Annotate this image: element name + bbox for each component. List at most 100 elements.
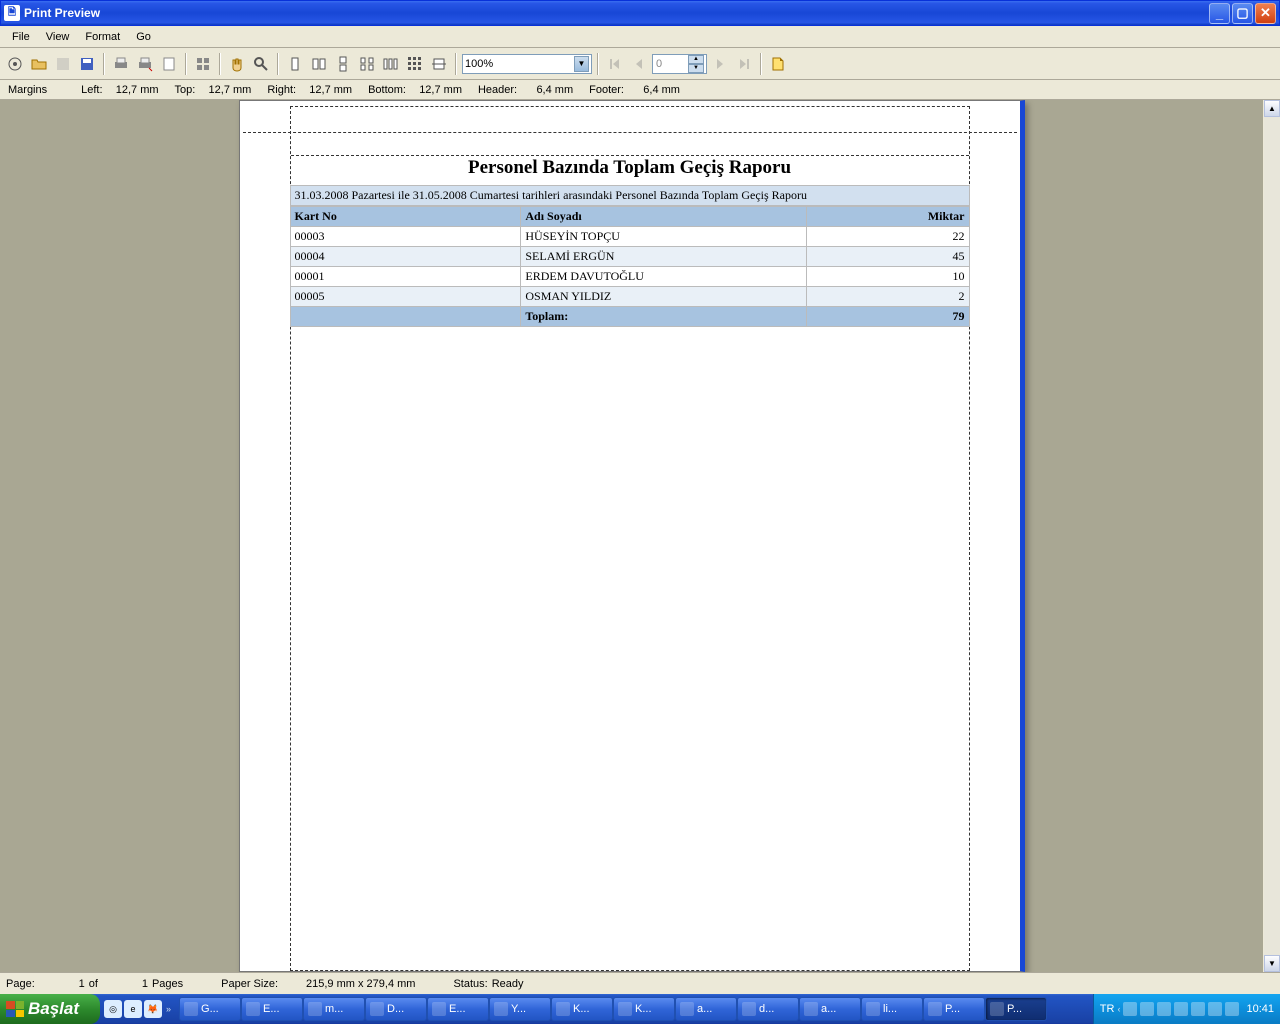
taskbar-item[interactable]: G... bbox=[179, 997, 241, 1021]
quick-launch-icon[interactable]: ◎ bbox=[104, 1000, 122, 1018]
menu-view[interactable]: View bbox=[38, 29, 78, 45]
page-setup-button[interactable] bbox=[158, 53, 180, 75]
system-tray: TR ‹ 10:41 bbox=[1093, 994, 1280, 1024]
top-label: Top: bbox=[175, 84, 196, 96]
app-icon bbox=[246, 1002, 260, 1016]
maximize-button[interactable]: ▢ bbox=[1232, 3, 1253, 24]
two-pages-button[interactable] bbox=[308, 53, 330, 75]
taskbar-item[interactable]: m... bbox=[303, 997, 365, 1021]
tray-icon[interactable] bbox=[1157, 1002, 1171, 1016]
spin-down[interactable]: ▼ bbox=[688, 64, 704, 73]
taskbar-tasks: G...E...m...D...E...Y...K...K...a...d...… bbox=[177, 994, 1093, 1024]
app-icon bbox=[432, 1002, 446, 1016]
taskbar-item-label: m... bbox=[325, 1003, 343, 1015]
taskbar-item[interactable]: li... bbox=[861, 997, 923, 1021]
close-preview-button[interactable] bbox=[767, 53, 789, 75]
windows-logo-icon bbox=[6, 1001, 24, 1017]
taskbar-item[interactable]: K... bbox=[551, 997, 613, 1021]
status-pages-label: Pages bbox=[152, 978, 183, 990]
chevron-down-icon[interactable]: ▼ bbox=[574, 56, 589, 72]
app-icon bbox=[184, 1002, 198, 1016]
multi-page-button-2[interactable] bbox=[380, 53, 402, 75]
preview-canvas[interactable]: Personel Bazında Toplam Geçiş Raporu 31.… bbox=[0, 100, 1263, 972]
app-icon bbox=[804, 1002, 818, 1016]
status-paper-value: 215,9 mm x 279,4 mm bbox=[306, 978, 415, 990]
status-page-total: 1 bbox=[102, 978, 148, 990]
scale-button[interactable] bbox=[192, 53, 214, 75]
taskbar-item[interactable]: P... bbox=[985, 997, 1047, 1021]
status-of-label: of bbox=[89, 978, 98, 990]
taskbar-item[interactable]: K... bbox=[613, 997, 675, 1021]
multi-page-button-1[interactable] bbox=[356, 53, 378, 75]
quick-print-button[interactable] bbox=[134, 53, 156, 75]
taskbar-item[interactable]: E... bbox=[241, 997, 303, 1021]
taskbar-item[interactable]: d... bbox=[737, 997, 799, 1021]
zoom-combo[interactable]: 100% ▼ bbox=[462, 54, 592, 74]
spin-up[interactable]: ▲ bbox=[688, 55, 704, 64]
tray-icon[interactable] bbox=[1208, 1002, 1222, 1016]
quick-launch-more[interactable]: » bbox=[164, 1004, 173, 1014]
bottom-value: 12,7 mm bbox=[414, 84, 462, 96]
fit-width-button[interactable] bbox=[428, 53, 450, 75]
quick-launch-icon[interactable]: e bbox=[124, 1000, 142, 1018]
hand-tool-button[interactable] bbox=[226, 53, 248, 75]
footer-label: Footer: bbox=[589, 84, 624, 96]
quick-launch: ◎ e 🦊 » bbox=[100, 994, 177, 1024]
table-row: 00005 OSMAN YILDIZ 2 bbox=[290, 287, 969, 307]
col-kartno: Kart No bbox=[290, 207, 521, 227]
design-button[interactable] bbox=[4, 53, 26, 75]
menu-format[interactable]: Format bbox=[77, 29, 128, 45]
taskbar-item[interactable]: a... bbox=[799, 997, 861, 1021]
taskbar-item-label: a... bbox=[821, 1003, 836, 1015]
app-icon bbox=[618, 1002, 632, 1016]
start-button[interactable]: Başlat bbox=[0, 994, 100, 1024]
print-button[interactable] bbox=[110, 53, 132, 75]
app-icon bbox=[556, 1002, 570, 1016]
continuous-button[interactable] bbox=[332, 53, 354, 75]
many-pages-button[interactable] bbox=[404, 53, 426, 75]
taskbar-item[interactable]: a... bbox=[675, 997, 737, 1021]
taskbar-item[interactable]: P... bbox=[923, 997, 985, 1021]
taskbar-item[interactable]: Y... bbox=[489, 997, 551, 1021]
magnifier-button[interactable] bbox=[250, 53, 272, 75]
tray-icon[interactable] bbox=[1191, 1002, 1205, 1016]
tray-expand-icon[interactable]: ‹ bbox=[1117, 1004, 1120, 1014]
tray-icon[interactable] bbox=[1140, 1002, 1154, 1016]
tray-icon[interactable] bbox=[1174, 1002, 1188, 1016]
menu-go[interactable]: Go bbox=[128, 29, 159, 45]
taskbar-item-label: E... bbox=[449, 1003, 466, 1015]
minimize-button[interactable]: _ bbox=[1209, 3, 1230, 24]
taskbar-item-label: D... bbox=[387, 1003, 404, 1015]
table-total-row: Toplam: 79 bbox=[290, 307, 969, 327]
status-page-label: Page: bbox=[6, 978, 35, 990]
taskbar-item-label: li... bbox=[883, 1003, 897, 1015]
left-value: 12,7 mm bbox=[111, 84, 159, 96]
one-page-button[interactable] bbox=[284, 53, 306, 75]
header-value: 6,4 mm bbox=[525, 84, 573, 96]
table-row: 00003 HÜSEYİN TOPÇU 22 bbox=[290, 227, 969, 247]
menu-file[interactable]: File bbox=[4, 29, 38, 45]
header-label: Header: bbox=[478, 84, 517, 96]
quick-launch-icon[interactable]: 🦊 bbox=[144, 1000, 162, 1018]
total-label: Toplam: bbox=[521, 307, 806, 327]
taskbar-item[interactable]: D... bbox=[365, 997, 427, 1021]
clock[interactable]: 10:41 bbox=[1246, 1003, 1274, 1015]
tray-icon[interactable] bbox=[1123, 1002, 1137, 1016]
tray-icon[interactable] bbox=[1225, 1002, 1239, 1016]
app-icon bbox=[928, 1002, 942, 1016]
right-label: Right: bbox=[267, 84, 296, 96]
taskbar-item-label: K... bbox=[573, 1003, 590, 1015]
taskbar-item[interactable]: E... bbox=[427, 997, 489, 1021]
open-button[interactable] bbox=[28, 53, 50, 75]
page-spinner[interactable]: ▲▼ bbox=[652, 54, 707, 74]
scroll-track[interactable] bbox=[1264, 117, 1280, 955]
save-button[interactable] bbox=[76, 53, 98, 75]
close-button[interactable]: ✕ bbox=[1255, 3, 1276, 24]
scroll-up-button[interactable]: ▲ bbox=[1264, 100, 1280, 117]
col-adi: Adı Soyadı bbox=[521, 207, 806, 227]
taskbar-item-label: K... bbox=[635, 1003, 652, 1015]
scroll-down-button[interactable]: ▼ bbox=[1264, 955, 1280, 972]
vertical-scrollbar[interactable]: ▲ ▼ bbox=[1263, 100, 1280, 972]
page-number-input[interactable] bbox=[653, 58, 688, 70]
language-indicator[interactable]: TR bbox=[1100, 1003, 1115, 1015]
